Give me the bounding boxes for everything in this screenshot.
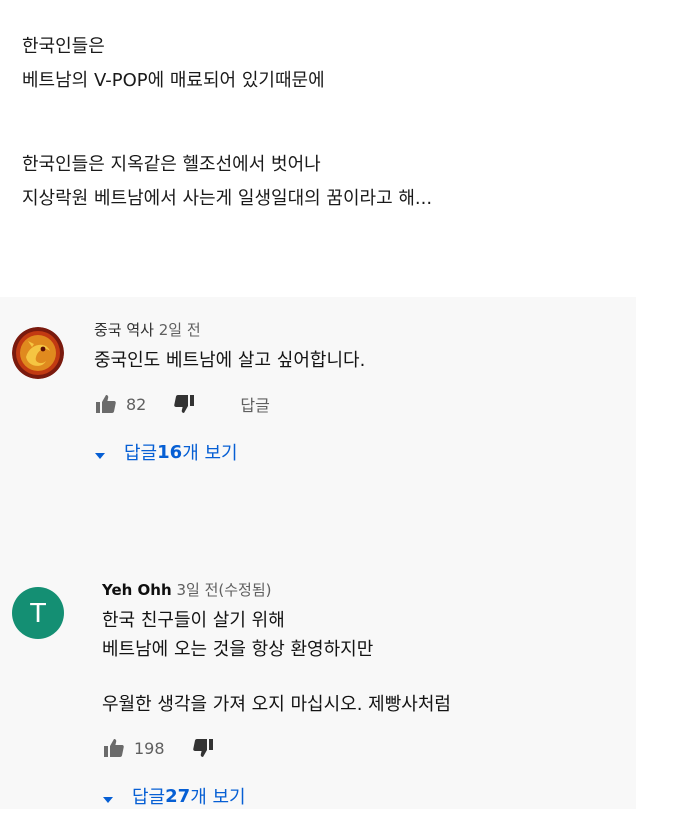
comment-actions: 82 답글: [94, 391, 614, 417]
comment-meta: Yeh Ohh 3일 전(수정됨): [102, 579, 622, 600]
comment-author[interactable]: Yeh Ohh: [102, 581, 172, 599]
replies-count: 16: [157, 441, 183, 463]
page: 한국인들은 베트남의 V-POP에 매료되어 있기때문에 한국인들은 지옥같은 …: [0, 0, 678, 819]
thumbs-up-icon[interactable]: [102, 736, 126, 760]
replies-suffix: 개 보기: [182, 443, 238, 464]
comment-text: 한국 친구들이 살기 위해 베트남에 오는 것을 항상 환영하지만 우월한 생각…: [102, 606, 622, 719]
comment-author[interactable]: 중국 역사: [94, 321, 154, 339]
view-replies-button[interactable]: 답글 16 개 보기: [94, 439, 614, 465]
comment-text-line: 한국 친구들이 살기 위해: [102, 610, 285, 631]
thumbs-down-icon[interactable]: [191, 736, 215, 760]
comment-text-line: 우월한 생각을 가져 오지 마십시오. 제빵사처럼: [102, 694, 451, 715]
replies-label: 답글: [124, 443, 158, 464]
view-replies-button[interactable]: 답글 27 개 보기: [102, 783, 622, 809]
comment-text-line: 중국인도 베트남에 살고 싶어합니다.: [94, 350, 366, 371]
post-line: 한국인들은 지옥같은 헬조선에서 벗어나: [22, 154, 321, 175]
post-text: 한국인들은 베트남의 V-POP에 매료되어 있기때문에 한국인들은 지옥같은 …: [22, 30, 642, 216]
comment-actions: 198: [102, 735, 622, 761]
dragon-avatar-icon[interactable]: [12, 327, 64, 379]
replies-count: 27: [165, 785, 191, 807]
replies-suffix: 개 보기: [190, 787, 246, 808]
letter-avatar[interactable]: T: [12, 587, 64, 639]
like-count: 82: [126, 394, 147, 414]
post-line: 지상락원 베트남에서 사는게 일생일대의 꿈이라고 해...: [22, 188, 433, 209]
comment-time[interactable]: 2일 전: [159, 321, 201, 339]
comment-text-line: 베트남에 오는 것을 항상 환영하지만: [102, 639, 374, 660]
post-line: 베트남의 V-POP에 매료되어 있기때문에: [22, 70, 325, 91]
replies-label: 답글: [132, 787, 166, 808]
comment-text: 중국인도 베트남에 살고 싶어합니다.: [94, 346, 614, 375]
comments-section: 중국 역사 2일 전 중국인도 베트남에 살고 싶어합니다. 82 답글 답글 …: [0, 297, 636, 809]
post-line: 한국인들은: [22, 36, 105, 57]
avatar-letter: T: [29, 597, 47, 628]
caret-down-icon: [94, 446, 106, 459]
comment-time[interactable]: 3일 전(수정됨): [176, 581, 271, 599]
reply-button[interactable]: 답글: [240, 392, 269, 416]
thumbs-down-icon[interactable]: [172, 392, 196, 416]
comment-meta: 중국 역사 2일 전: [94, 319, 614, 340]
like-count: 198: [134, 738, 165, 758]
thumbs-up-icon[interactable]: [94, 392, 118, 416]
caret-down-icon: [102, 790, 114, 803]
